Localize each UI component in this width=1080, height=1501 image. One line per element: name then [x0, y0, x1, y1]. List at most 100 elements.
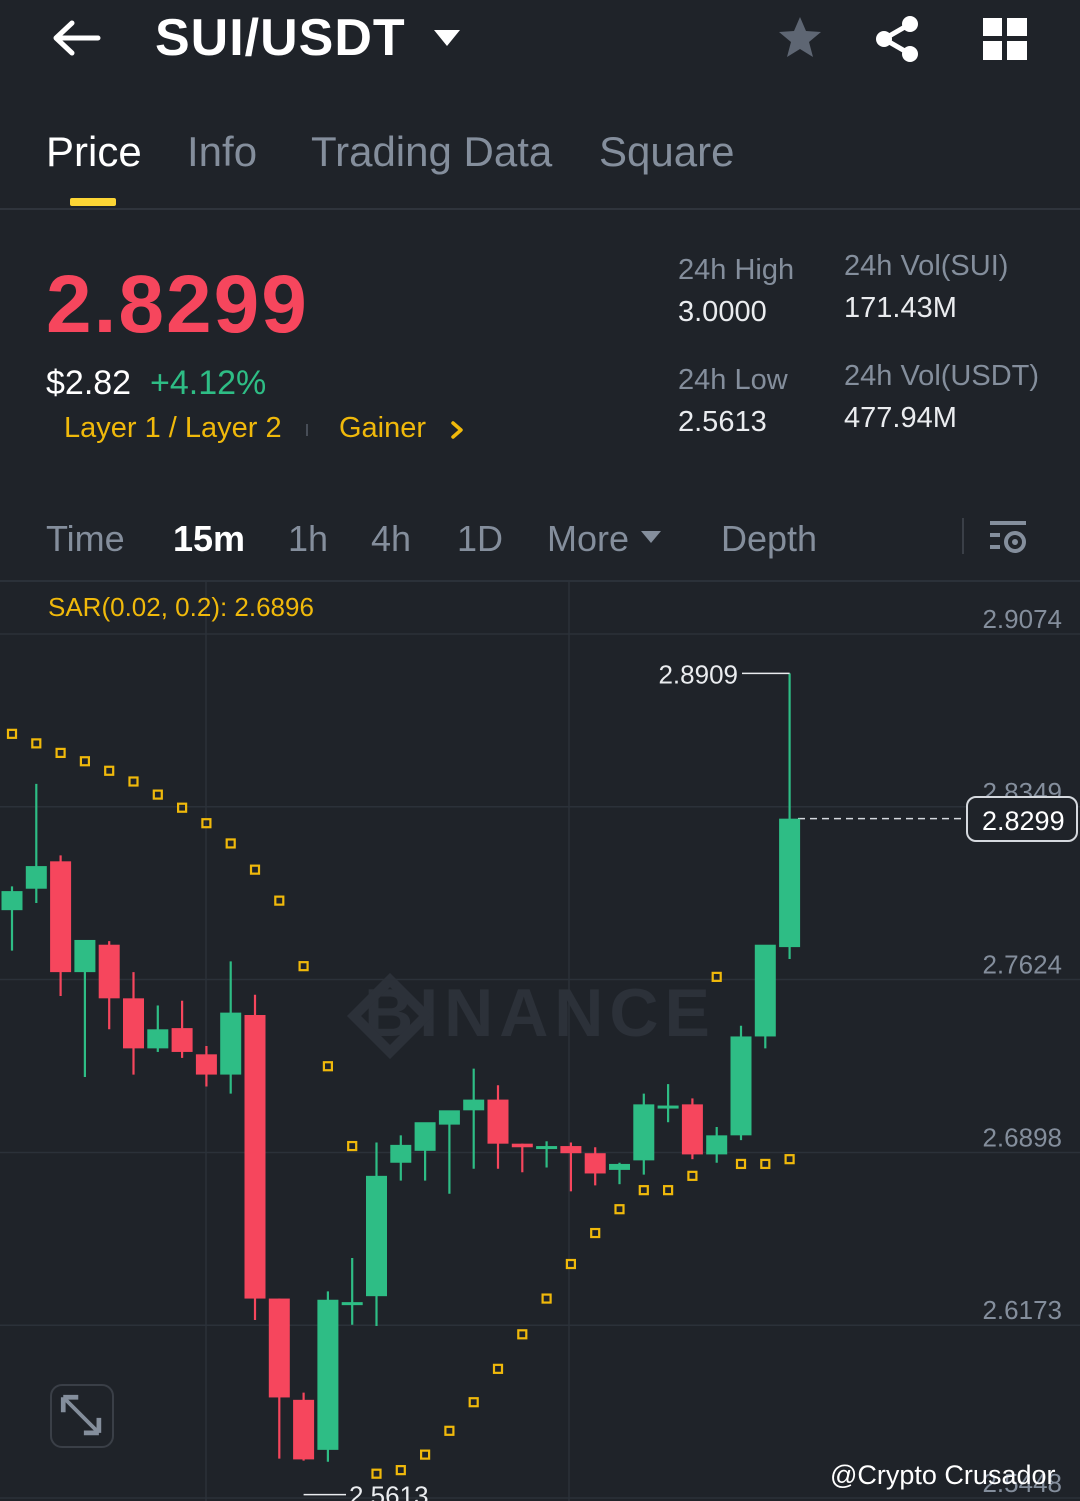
- y-tick-label: 2.9074: [982, 604, 1062, 634]
- sar-dot: [298, 961, 309, 972]
- stat-low-value: 2.5613: [678, 406, 767, 438]
- tag-gainer[interactable]: Gainer: [339, 412, 426, 445]
- sar-indicator-label: SAR(0.02, 0.2): 2.6896: [48, 592, 314, 622]
- candle-body-down: [511, 1143, 533, 1148]
- tab-price[interactable]: Price: [46, 128, 142, 176]
- stat-high-value: 3.0000: [678, 296, 767, 328]
- sar-dot: [128, 776, 139, 787]
- candle-body-down: [123, 998, 144, 1049]
- sar-dot: [492, 1363, 504, 1374]
- sar-dot: [468, 1397, 479, 1408]
- candle-body-down: [98, 944, 120, 999]
- candle-body-up: [609, 1163, 630, 1170]
- sar-dot: [31, 738, 42, 749]
- chevron-right-icon[interactable]: [448, 418, 466, 442]
- candle-body-up: [414, 1122, 436, 1151]
- stat-vol-base-label: 24h Vol(SUI): [844, 250, 1009, 282]
- sar-dot: [517, 1329, 528, 1340]
- candle-body-up: [536, 1146, 558, 1150]
- stat-vol-base-value: 171.43M: [844, 292, 957, 324]
- candle-body-up: [25, 866, 47, 889]
- candle-body-down: [560, 1146, 582, 1154]
- sar-dot: [152, 789, 163, 800]
- interval-more[interactable]: More: [547, 518, 629, 560]
- sar-dot: [760, 1158, 771, 1170]
- sar-dot: [274, 895, 285, 906]
- candle-body-up: [706, 1135, 728, 1155]
- candle-body-up: [341, 1302, 363, 1306]
- y-tick-label: 2.7624: [982, 950, 1062, 980]
- expand-chart-button[interactable]: [50, 1384, 114, 1448]
- candle-body-up: [1, 891, 23, 911]
- pair-title[interactable]: SUI/USDT: [155, 8, 406, 68]
- candle-body-down: [681, 1104, 703, 1155]
- tab-square[interactable]: Square: [599, 128, 734, 176]
- caret-down-icon[interactable]: [640, 530, 662, 544]
- sar-dot: [79, 756, 91, 767]
- candle-body-down: [244, 1015, 266, 1299]
- candle-body-up: [657, 1105, 679, 1109]
- sar-dot: [614, 1204, 625, 1215]
- tag-layer[interactable]: Layer 1 / Layer 2: [64, 412, 282, 445]
- interval-15m[interactable]: 15m: [173, 518, 245, 560]
- last-price: 2.8299: [46, 259, 309, 350]
- candle-body-up: [438, 1110, 460, 1125]
- sar-dot: [347, 1140, 358, 1152]
- candle-body-down: [584, 1153, 606, 1174]
- star-icon[interactable]: [776, 14, 824, 62]
- sar-dot: [420, 1449, 431, 1460]
- author-watermark: @Crypto Crusador: [830, 1460, 1056, 1490]
- sar-dot: [6, 728, 18, 739]
- interval-depth[interactable]: Depth: [721, 518, 817, 560]
- sar-dot: [249, 864, 261, 875]
- section-tabs: Price Info Trading Data Square: [0, 120, 1080, 210]
- candle-body-down: [50, 861, 72, 973]
- max-price-label: 2.8909: [658, 659, 738, 689]
- sar-dot: [104, 765, 115, 776]
- interval-4h[interactable]: 4h: [371, 518, 411, 560]
- chart-settings-icon[interactable]: [988, 518, 1028, 556]
- sar-dot: [687, 1170, 698, 1181]
- tag-divider: [306, 424, 308, 436]
- grid-icon[interactable]: [983, 18, 1027, 60]
- candle-body-up: [779, 818, 801, 948]
- header: SUI/USDT: [0, 0, 1080, 80]
- usd-price: $2.82: [46, 364, 132, 402]
- sar-dot: [177, 802, 188, 813]
- candle-body-down: [487, 1099, 509, 1144]
- stat-vol-quote-value: 477.94M: [844, 402, 957, 434]
- candle-body-down: [268, 1298, 290, 1398]
- candle-body-up: [730, 1036, 752, 1136]
- interval-bar: Time 15m 1h 4h 1D More Depth: [0, 510, 1080, 570]
- sar-dot: [638, 1185, 649, 1196]
- y-tick-label: 2.6898: [982, 1122, 1062, 1152]
- candle-body-up: [463, 1099, 485, 1111]
- sar-dot: [225, 838, 236, 849]
- stat-low-label: 24h Low: [678, 364, 788, 396]
- candle-body-up: [317, 1299, 339, 1450]
- sar-dot: [541, 1293, 552, 1304]
- expand-icon: [60, 1394, 102, 1436]
- share-icon[interactable]: [872, 14, 922, 64]
- min-price-label: 2.5613: [349, 1481, 429, 1501]
- interval-1h[interactable]: 1h: [288, 518, 328, 560]
- candle-body-up: [633, 1104, 655, 1161]
- candle-body-up: [147, 1029, 169, 1049]
- candlestick-chart[interactable]: 2.90742.83492.76242.68982.61732.5448 BIN…: [0, 582, 1080, 1501]
- caret-down-icon[interactable]: [432, 28, 462, 48]
- price-change-percent: +4.12%: [150, 364, 267, 402]
- candle-body-down: [195, 1054, 217, 1075]
- sar-dot: [784, 1154, 795, 1165]
- candle-body-down: [171, 1028, 193, 1052]
- candle-body-down: [293, 1399, 315, 1460]
- tab-info[interactable]: Info: [187, 128, 257, 176]
- back-arrow-icon[interactable]: [50, 18, 102, 58]
- interval-1d[interactable]: 1D: [457, 518, 503, 560]
- sar-dot: [322, 1061, 333, 1072]
- interval-time[interactable]: Time: [46, 518, 125, 560]
- candle-body-up: [220, 1012, 242, 1075]
- current-price-pill: 2.8299: [966, 796, 1078, 842]
- sar-dot: [735, 1158, 747, 1170]
- tab-trading-data[interactable]: Trading Data: [311, 128, 552, 176]
- candle-body-up: [390, 1144, 412, 1163]
